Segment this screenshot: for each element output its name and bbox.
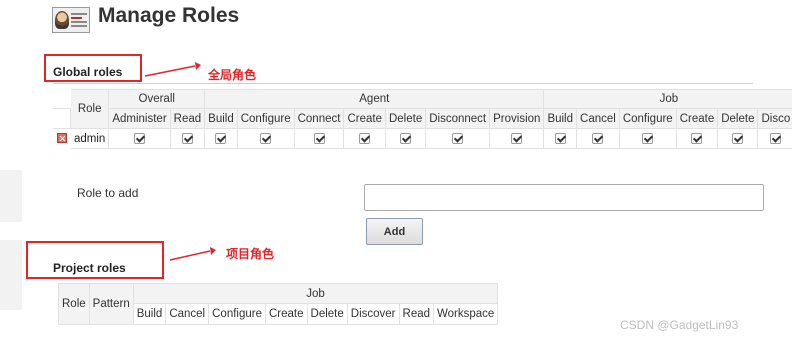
- column-header: Delete: [717, 108, 759, 129]
- page-title: Manage Roles: [98, 4, 240, 27]
- permission-checkbox[interactable]: [169, 128, 206, 149]
- permission-checkbox[interactable]: [675, 128, 719, 149]
- column-header: Administer: [108, 108, 171, 129]
- permission-checkbox[interactable]: [717, 128, 759, 149]
- permission-checkbox[interactable]: [425, 128, 491, 149]
- column-header: Build: [132, 303, 167, 325]
- table-row: admin: [53, 128, 792, 149]
- global-roles-heading: Global roles: [53, 65, 123, 79]
- add-button[interactable]: Add: [366, 218, 423, 245]
- global-roles-annotation: 全局角色: [208, 68, 257, 82]
- permission-checkbox[interactable]: [384, 128, 427, 149]
- group-header-overall: Overall: [108, 89, 206, 109]
- column-header: Workspace: [433, 303, 499, 325]
- permission-checkbox[interactable]: [576, 128, 620, 149]
- project-roles-annotation: 项目角色: [226, 247, 275, 261]
- divider: [53, 83, 753, 84]
- column-header: Read: [169, 108, 206, 129]
- left-panel-fragment: [0, 170, 22, 222]
- column-header: Cancel: [576, 108, 620, 129]
- delete-cell[interactable]: [53, 128, 71, 149]
- column-header: Cancel: [165, 303, 210, 325]
- group-header-job: Job: [132, 283, 499, 304]
- delete-icon[interactable]: [57, 133, 67, 144]
- column-header: Create: [675, 108, 719, 129]
- column-header: Discover: [346, 303, 400, 325]
- global-roles-table: Role Overall Agent Job Administer Read B…: [53, 89, 792, 149]
- role-to-add-label: Role to add: [77, 186, 139, 200]
- column-header: Create: [343, 108, 386, 129]
- corner-cell: [53, 108, 71, 129]
- column-header: Disco: [757, 108, 792, 129]
- role-name: admin: [69, 128, 110, 149]
- corner-cell: [53, 89, 71, 109]
- group-header-agent: Agent: [204, 89, 545, 109]
- column-header: Create: [265, 303, 308, 325]
- column-header: Delete: [306, 303, 348, 325]
- permission-checkbox[interactable]: [236, 128, 295, 149]
- column-header: Read: [398, 303, 435, 325]
- permission-checkbox[interactable]: [489, 128, 545, 149]
- left-panel-fragment: [0, 240, 22, 310]
- annotation-arrow: [144, 62, 201, 77]
- column-header: Delete: [384, 108, 427, 129]
- project-roles-heading: Project roles: [53, 261, 126, 275]
- permission-checkbox[interactable]: [757, 128, 792, 149]
- permission-checkbox[interactable]: [108, 128, 171, 149]
- column-header: Configure: [236, 108, 295, 129]
- pattern-header: Pattern: [88, 283, 134, 325]
- role-header: Role: [69, 89, 110, 129]
- column-header: Configure: [208, 303, 266, 325]
- annotation-arrow: [169, 247, 216, 261]
- permission-checkbox[interactable]: [343, 128, 386, 149]
- column-header: Configure: [618, 108, 677, 129]
- permission-checkbox[interactable]: [204, 128, 238, 149]
- watermark-text: CSDN @GadgetLin93: [620, 318, 739, 332]
- column-header: Build: [204, 108, 238, 129]
- permission-checkbox[interactable]: [293, 128, 345, 149]
- role-header: Role: [58, 283, 90, 325]
- permission-checkbox[interactable]: [543, 128, 578, 149]
- column-header: Provision: [489, 108, 545, 129]
- column-header: Disconnect: [425, 108, 491, 129]
- user-avatar-icon: [52, 7, 90, 33]
- project-roles-table: Role Pattern Job Build Cancel Configure …: [58, 283, 499, 325]
- role-to-add-input[interactable]: [364, 184, 764, 211]
- group-header-job: Job: [543, 89, 792, 109]
- column-header: Connect: [293, 108, 345, 129]
- column-header: Build: [543, 108, 578, 129]
- permission-checkbox[interactable]: [618, 128, 677, 149]
